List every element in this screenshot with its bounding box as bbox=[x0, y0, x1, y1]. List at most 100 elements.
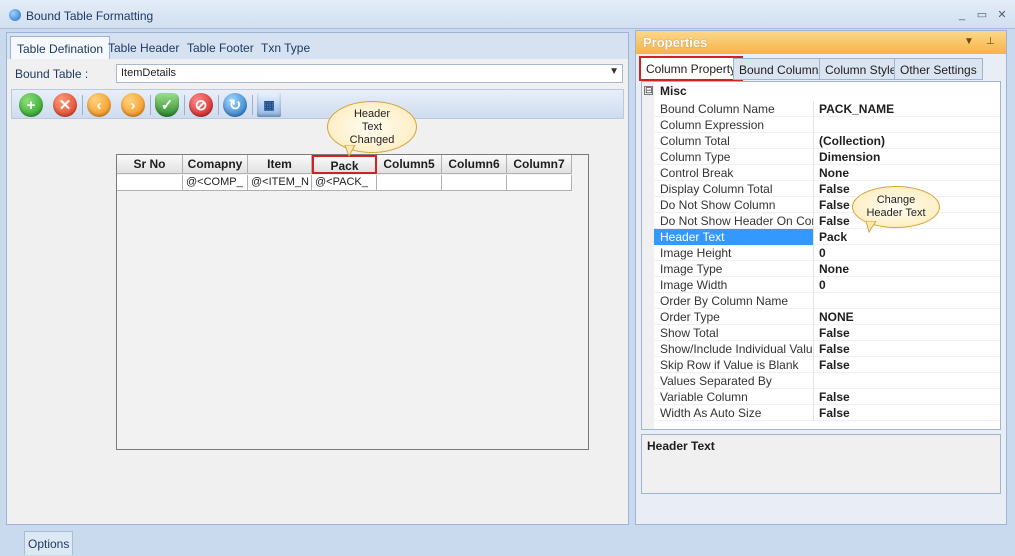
back-icon[interactable]: ‹ bbox=[87, 93, 111, 117]
property-name: Show Total bbox=[654, 325, 814, 341]
property-value[interactable]: NONE bbox=[817, 309, 1000, 325]
grid-cell[interactable] bbox=[442, 175, 507, 191]
property-row[interactable]: Skip Row if Value is Blank False bbox=[654, 357, 1000, 373]
grid-layout-icon[interactable]: ▦ bbox=[257, 93, 281, 117]
grid-header-company[interactable]: Comapny bbox=[183, 155, 248, 174]
tab-column-style[interactable]: Column Style bbox=[819, 58, 903, 80]
bound-table-select[interactable]: ItemDetails ▼ bbox=[116, 64, 623, 83]
grid-cell[interactable] bbox=[117, 175, 183, 191]
collapse-icon[interactable]: ⊟ bbox=[644, 86, 653, 95]
category-misc[interactable]: ⊟ Misc bbox=[642, 84, 687, 100]
tab-column-property[interactable]: Column Property bbox=[639, 56, 744, 81]
tab-txn-type[interactable]: Txn Type bbox=[255, 36, 316, 59]
property-row[interactable]: Variable Column False bbox=[654, 389, 1000, 405]
property-value[interactable]: False bbox=[817, 389, 1000, 405]
property-value[interactable]: (Collection) bbox=[817, 133, 1000, 149]
tab-table-header[interactable]: Table Header bbox=[102, 36, 185, 59]
property-value[interactable] bbox=[817, 293, 1000, 309]
property-row[interactable]: Image Type None bbox=[654, 261, 1000, 277]
grid-header-column5[interactable]: Column5 bbox=[377, 155, 442, 174]
grid-header-pack[interactable]: Pack bbox=[312, 155, 377, 174]
property-row[interactable]: Show/Include Individual Values False bbox=[654, 341, 1000, 357]
property-value[interactable]: False bbox=[817, 357, 1000, 373]
refresh-icon[interactable]: ↻ bbox=[223, 93, 247, 117]
property-name: Bound Column Name bbox=[654, 101, 814, 117]
properties-panel: Properties ▼ ⊥ Column Property Bound Col… bbox=[635, 30, 1007, 525]
property-row[interactable]: Values Separated By bbox=[654, 373, 1000, 389]
table-definition-pane: Table Defination Table Header Table Foot… bbox=[6, 32, 629, 525]
property-row[interactable]: Column Type Dimension bbox=[654, 149, 1000, 165]
property-row[interactable]: Control Break None bbox=[654, 165, 1000, 181]
properties-title: Properties bbox=[643, 35, 708, 50]
property-row[interactable]: Display Column Total False bbox=[654, 181, 1000, 197]
property-row[interactable]: Column Total (Collection) bbox=[654, 133, 1000, 149]
grid-cell[interactable]: @<COMP_ bbox=[183, 175, 248, 191]
property-row[interactable]: Do Not Show Header On ControFalse bbox=[654, 213, 1000, 229]
close-button[interactable]: ✕ bbox=[995, 8, 1009, 22]
chevron-down-icon: ▼ bbox=[609, 66, 619, 77]
category-label: Misc bbox=[660, 84, 687, 98]
property-name: Image Type bbox=[654, 261, 814, 277]
property-row[interactable]: Header Text Pack bbox=[654, 229, 1000, 245]
property-row[interactable]: Width As Auto Size False bbox=[654, 405, 1000, 421]
tab-bound-columns[interactable]: Bound Columns bbox=[733, 58, 831, 80]
property-name: Control Break bbox=[654, 165, 814, 181]
properties-tab-strip: Column Property Bound Columns Column Sty… bbox=[636, 55, 1006, 81]
property-value[interactable]: None bbox=[817, 165, 1000, 181]
property-row[interactable]: Bound Column Name PACK_NAME bbox=[654, 101, 1000, 117]
grid-header-sr-no[interactable]: Sr No bbox=[117, 155, 183, 174]
property-name: Column Expression bbox=[654, 117, 814, 133]
grid-cell[interactable]: @<PACK_ bbox=[312, 175, 377, 191]
property-name: Skip Row if Value is Blank bbox=[654, 357, 814, 373]
property-value[interactable]: Pack bbox=[817, 229, 1000, 245]
forward-icon[interactable]: › bbox=[121, 93, 145, 117]
grid-cell[interactable] bbox=[507, 175, 572, 191]
tab-table-defination[interactable]: Table Defination bbox=[10, 36, 111, 59]
property-name: Values Separated By bbox=[654, 373, 814, 389]
property-value[interactable] bbox=[817, 117, 1000, 133]
delete-icon[interactable]: ✕ bbox=[53, 93, 77, 117]
description-title: Header Text bbox=[647, 439, 715, 453]
property-row[interactable]: Order By Column Name bbox=[654, 293, 1000, 309]
options-tab[interactable]: Options bbox=[24, 531, 74, 555]
grid-header-column7[interactable]: Column7 bbox=[507, 155, 572, 174]
add-icon[interactable]: + bbox=[19, 93, 43, 117]
property-row[interactable]: Image Height 0 bbox=[654, 245, 1000, 261]
property-name: Width As Auto Size bbox=[654, 405, 814, 421]
property-value[interactable] bbox=[817, 373, 1000, 389]
bound-table-label: Bound Table : bbox=[15, 67, 89, 81]
property-name: Order Type bbox=[654, 309, 814, 325]
property-row[interactable]: Column Expression bbox=[654, 117, 1000, 133]
property-value[interactable]: False bbox=[817, 325, 1000, 341]
minimize-button[interactable]: _ bbox=[955, 8, 969, 22]
maximize-button[interactable]: ▭ bbox=[975, 8, 989, 22]
property-value[interactable]: False bbox=[817, 341, 1000, 357]
property-value[interactable]: 0 bbox=[817, 245, 1000, 261]
stop-icon[interactable]: ⊘ bbox=[189, 93, 213, 117]
property-row[interactable]: Order Type NONE bbox=[654, 309, 1000, 325]
property-row[interactable]: Show Total False bbox=[654, 325, 1000, 341]
bottom-bar: Options bbox=[0, 529, 1015, 556]
property-row[interactable]: Image Width 0 bbox=[654, 277, 1000, 293]
grid-cell[interactable]: @<ITEM_N bbox=[248, 175, 312, 191]
properties-header: Properties ▼ ⊥ bbox=[636, 31, 1006, 54]
property-value[interactable]: Dimension bbox=[817, 149, 1000, 165]
shield-check-icon[interactable]: ✓ bbox=[155, 93, 179, 117]
grid-header-column6[interactable]: Column6 bbox=[442, 155, 507, 174]
tab-table-footer[interactable]: Table Footer bbox=[181, 36, 260, 59]
panel-dropdown-icon[interactable]: ▼ bbox=[964, 36, 974, 47]
toolbar-separator bbox=[82, 95, 83, 115]
app-icon bbox=[9, 9, 21, 21]
property-name: Image Width bbox=[654, 277, 814, 293]
toolbar-separator bbox=[252, 95, 253, 115]
grid-header-item[interactable]: Item bbox=[248, 155, 312, 174]
property-row[interactable]: Do Not Show Column False bbox=[654, 197, 1000, 213]
property-value[interactable]: False bbox=[817, 405, 1000, 421]
grid-cell[interactable] bbox=[377, 175, 442, 191]
property-value[interactable]: PACK_NAME bbox=[817, 101, 1000, 117]
property-value[interactable]: 0 bbox=[817, 277, 1000, 293]
property-value[interactable]: None bbox=[817, 261, 1000, 277]
tab-other-settings[interactable]: Other Settings bbox=[894, 58, 983, 80]
title-bar: Bound Table Formatting _ ▭ ✕ bbox=[0, 0, 1015, 29]
pin-icon[interactable]: ⊥ bbox=[986, 36, 995, 47]
